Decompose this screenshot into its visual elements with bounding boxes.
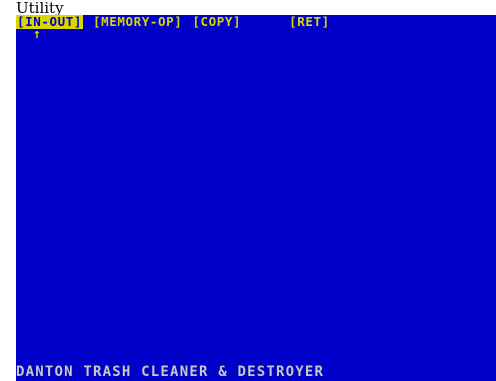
menu-item-in-out[interactable]: [IN-OUT] [16, 15, 84, 29]
up-arrow-icon: ↑ [33, 27, 41, 42]
menu-item-ret[interactable]: [RET] [288, 15, 331, 29]
program-title: DANTON TRASH CLEANER & DESTROYER [16, 364, 325, 380]
window-caption: Utility [16, 0, 64, 17]
menu-bar: [IN-OUT] [MEMORY-OP] [COPY] [RET] [16, 15, 496, 29]
emulator-screen: [IN-OUT] [MEMORY-OP] [COPY] [RET] ↑ DANT… [16, 15, 496, 381]
menu-item-copy[interactable]: [COPY] [191, 15, 242, 29]
menu-item-memory-op[interactable]: [MEMORY-OP] [92, 15, 183, 29]
